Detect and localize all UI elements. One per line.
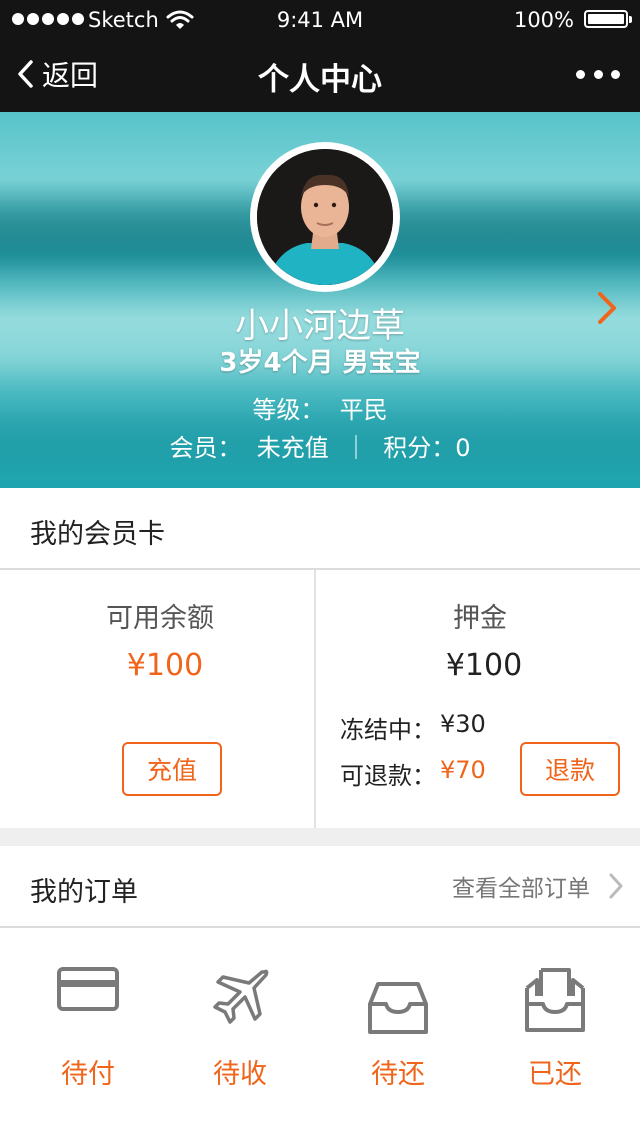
child-age: 3岁4个月 男宝宝 (219, 348, 421, 378)
frozen-value: ¥30 (440, 710, 486, 738)
more-button[interactable] (576, 62, 620, 86)
more-dot-icon (576, 69, 585, 79)
profile-header[interactable]: 小小河边草 3岁4个月 男宝宝 等级： 平民 会员： 未充值 ｜ 积分：0 (0, 112, 640, 488)
nav-bar: 返回 个人中心 (0, 40, 640, 112)
deposit-label: 押金 (453, 603, 507, 634)
orders-header: 我的订单 查看全部订单 (0, 846, 640, 928)
member-card-header: 我的会员卡 (0, 488, 640, 570)
airplane-icon (213, 969, 269, 1024)
order-pending-payment[interactable]: 待付 (8, 928, 168, 1136)
avatar-photo (257, 149, 393, 285)
section-title: 我的会员卡 (30, 519, 165, 550)
order-status-label: 待还 (371, 1059, 425, 1090)
battery-percent: 100% (513, 8, 574, 32)
order-status-label: 待收 (213, 1059, 267, 1090)
avatar[interactable] (250, 142, 400, 292)
order-pending-receipt[interactable]: 待收 (160, 928, 320, 1136)
frozen-label: 冻结中： (340, 716, 436, 744)
balance-amount: ¥100 (126, 648, 204, 683)
back-button[interactable]: 返回 (16, 54, 98, 94)
order-status-bar: 待付 待收 待还 已还 (0, 928, 640, 1136)
user-name: 小小河边草 (235, 306, 405, 346)
refund-button[interactable]: 退款 (520, 742, 620, 796)
inbox-icon (368, 982, 428, 1034)
deposit-amount: ¥100 (445, 648, 523, 683)
order-status-label: 已还 (528, 1059, 582, 1090)
view-all-label: 查看全部订单 (452, 876, 590, 902)
battery-icon (584, 10, 632, 28)
order-pending-return[interactable]: 待还 (318, 928, 478, 1136)
recharge-button[interactable]: 充值 (122, 742, 222, 796)
section-title: 我的订单 (30, 877, 138, 908)
user-level: 等级： 平民 (252, 396, 388, 424)
chevron-left-icon (18, 60, 33, 88)
refundable-value: ¥70 (440, 756, 486, 784)
refundable-label: 可退款： (340, 762, 436, 790)
order-returned[interactable]: 已还 (475, 928, 635, 1136)
box-returned-icon (525, 968, 585, 1032)
order-status-label: 待付 (61, 1059, 115, 1090)
more-dot-icon (593, 69, 603, 79)
top-bar: Sketch 9:41 AM 100% 返回 个人中心 (0, 0, 640, 112)
membership-info: 会员： 未充值 ｜ 积分：0 (169, 434, 471, 462)
more-dot-icon (611, 69, 620, 79)
balance-label: 可用余额 (106, 603, 214, 634)
status-bar: Sketch 9:41 AM 100% (0, 0, 640, 40)
card-icon (57, 967, 119, 1011)
chevron-right-icon (609, 873, 623, 899)
member-card-panel: 可用余额 ¥100 充值 押金 ¥100 冻结中： ¥30 可退款： ¥70 退… (0, 570, 640, 828)
view-all-orders-link[interactable]: 查看全部订单 (452, 868, 624, 904)
back-label: 返回 (42, 59, 99, 92)
